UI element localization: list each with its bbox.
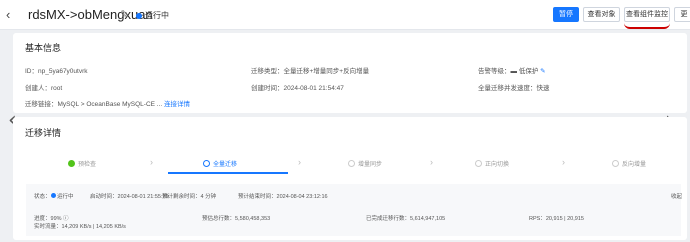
creator-field: 创建人：root (25, 85, 63, 92)
step-full-migration[interactable]: 全量迁移 (203, 159, 237, 168)
step-incremental[interactable]: 增量同步 (348, 159, 382, 168)
status-badge: 运行中 (136, 10, 169, 21)
end-time-field: 预计结束时间：2024-08-04 23:12:16 (238, 194, 328, 200)
rps-field: RPS：20,915 | 20,915 (529, 216, 584, 222)
step-precheck[interactable]: 预检查 (68, 159, 96, 168)
status-dot-icon (136, 12, 142, 19)
completed-rows-field: 已完成迁移行数：5,614,947,105 (366, 216, 446, 222)
basic-info-card: 基本信息 ID：np_5ya67y0utvrk 迁移类型：全量迁移+增量同步+反… (13, 33, 687, 113)
annotation-underline (624, 23, 670, 29)
chevron-right-icon: › (562, 157, 565, 167)
chevron-left-icon[interactable]: ‹ (6, 7, 10, 22)
start-time-field: 启动时间：2024-08-01 21:55:29 (90, 194, 169, 200)
page-title: rdsMX->obMengxuan (28, 7, 153, 22)
migration-type-field: 迁移类型：全量迁移+增量同步+反向增量 (251, 68, 370, 75)
alarm-icon: ▬ (510, 68, 519, 75)
remaining-time-field: 预计剩余时间：4 分钟 (162, 194, 217, 200)
progress-field: 进度：99% ⓘ (34, 216, 69, 222)
migration-link-field: 迁移链接：MySQL > OceanBase MySQL-CE ... 连接详情 (25, 101, 191, 108)
alarm-level-field: 告警等级：▬ 低保护 ✎ (478, 68, 546, 75)
chevron-right-icon: › (430, 157, 433, 167)
pending-icon (612, 160, 619, 167)
view-monitor-button[interactable]: 查看组件监控 (624, 7, 670, 22)
pause-button[interactable]: 暂停 (553, 7, 579, 22)
edit-alarm-icon[interactable]: ✎ (538, 68, 545, 75)
traffic-field: 实时流量：14,209 KB/s | 14,205 KB/s (34, 224, 126, 230)
status-text: 运行中 (145, 11, 169, 20)
edit-icon[interactable]: ✎ (120, 8, 129, 21)
id-field: ID：np_5ya67y0utvrk (25, 68, 88, 75)
check-icon (68, 160, 75, 167)
created-time-field: 创建时间：2024-08-01 21:54:47 (251, 85, 344, 92)
more-button[interactable]: 更 (674, 7, 690, 22)
progress-icon (203, 160, 210, 167)
status-field: 状态： 运行中 (34, 193, 74, 200)
step-forward-switch[interactable]: 正向切换 (475, 159, 509, 168)
pending-icon (475, 160, 482, 167)
chevron-right-icon: › (150, 157, 153, 167)
basic-info-heading: 基本信息 (25, 43, 62, 53)
chevron-right-icon: › (298, 157, 301, 167)
pending-icon (348, 160, 355, 167)
view-objects-button[interactable]: 查看对象 (583, 7, 620, 22)
top-bar: ‹ rdsMX->obMengxuan ✎ 运行中 暂停 查看对象 查看组件监控… (0, 0, 690, 30)
status-dot-icon (50, 193, 56, 198)
migration-detail-heading: 迁移详情 (25, 128, 62, 138)
concurrency-field: 全量迁移并发速度：快速 (478, 85, 550, 92)
step-reverse-incremental[interactable]: 反向增量 (612, 159, 646, 168)
estimated-rows-field: 预估总行数：5,580,458,353 (202, 216, 271, 222)
migration-stats-panel: 状态： 运行中 启动时间：2024-08-01 21:55:29 预计剩余时间：… (26, 184, 682, 236)
active-step-underline (168, 172, 288, 174)
link-detail[interactable]: 连接详情 (164, 101, 190, 108)
collapse-link[interactable]: 收起 (671, 192, 682, 200)
